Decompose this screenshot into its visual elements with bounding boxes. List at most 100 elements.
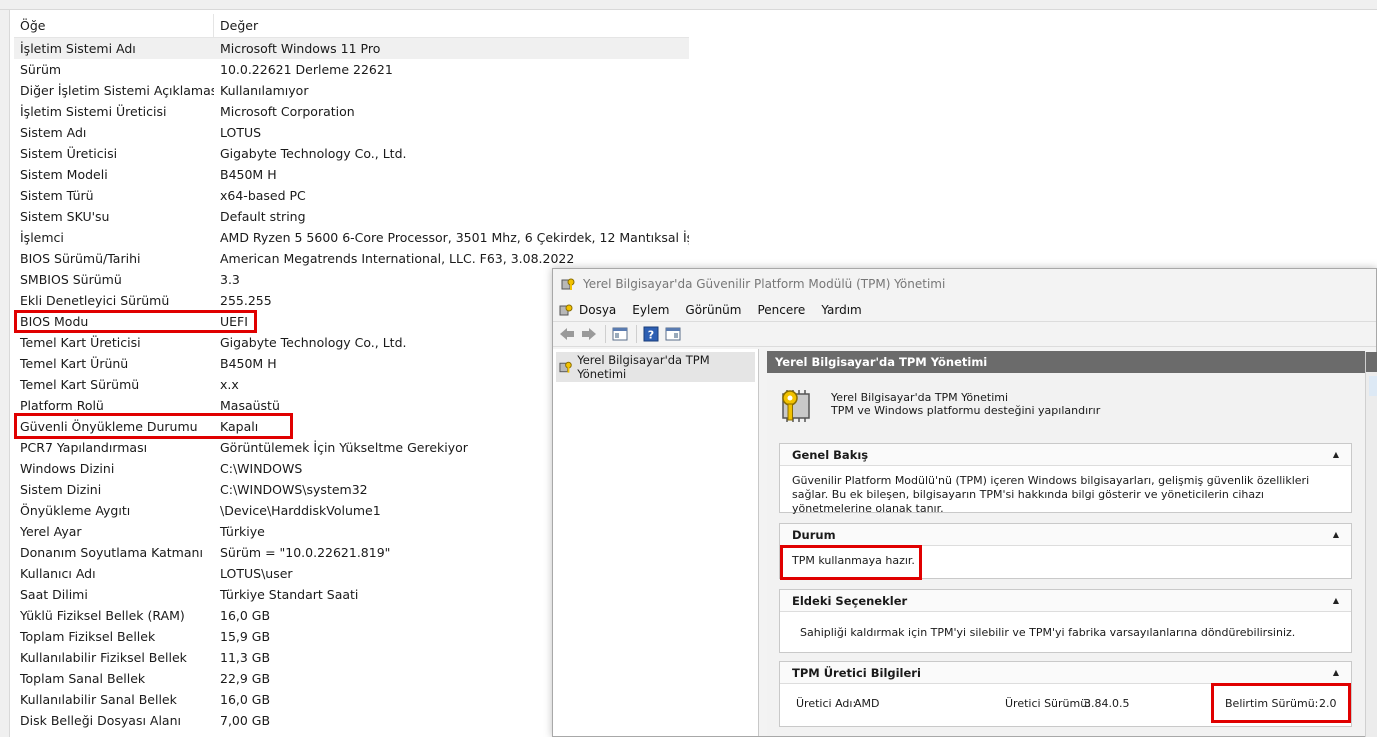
window-title-bar[interactable]: Yerel Bilgisayar'da Güvenilir Platform M… <box>553 269 1376 299</box>
row-item-name: Yüklü Fiziksel Bellek (RAM) <box>20 608 185 623</box>
tree-item-tpm-management[interactable]: Yerel Bilgisayar'da TPM Yönetimi <box>556 352 755 382</box>
window-title: Yerel Bilgisayar'da Güvenilir Platform M… <box>583 277 946 291</box>
list-row[interactable]: BIOS Sürümü/Tarihi American Megatrends In… <box>14 248 689 269</box>
content-pane: Yerel Bilgisayar'da TPM Yönetimi Yerel B… <box>767 351 1365 736</box>
row-item-value: Kullanılamıyor <box>220 83 309 98</box>
toolbar-separator <box>636 325 637 343</box>
row-item-name: PCR7 Yapılandırması <box>20 440 148 455</box>
collapse-chevron-icon[interactable]: ▲ <box>1333 530 1339 539</box>
row-item-name: Önyükleme Aygıtı <box>20 503 131 518</box>
overview-panel: Genel Bakış ▲ Güvenilir Platform Modülü'… <box>779 443 1352 515</box>
manufacturer-name-value: AMD <box>854 697 880 710</box>
forward-button[interactable] <box>579 324 599 344</box>
list-row[interactable]: Sistem Modeli B450M H <box>14 164 689 185</box>
row-item-name: Kullanılabilir Fiziksel Bellek <box>20 650 187 665</box>
collapse-chevron-icon[interactable]: ▲ <box>1333 596 1339 605</box>
row-item-name: Temel Kart Üreticisi <box>20 335 141 350</box>
row-item-value: B450M H <box>220 167 277 182</box>
row-item-name: Sistem SKU'su <box>20 209 110 224</box>
tree-item-label: Yerel Bilgisayar'da TPM Yönetimi <box>577 353 710 381</box>
column-header-item[interactable]: Öğe <box>14 14 214 37</box>
left-edge <box>0 10 10 737</box>
intro-line-1: Yerel Bilgisayar'da TPM Yönetimi <box>831 391 1009 404</box>
tpm-key-icon <box>561 278 575 290</box>
overview-text: Güvenilir Platform Modülü'nü (TPM) içere… <box>792 474 1310 515</box>
intro-section: Yerel Bilgisayar'da TPM Yönetimi TPM ve … <box>767 373 1365 435</box>
top-strip <box>0 0 1377 10</box>
row-item-name: İşlemci <box>20 230 64 245</box>
list-row[interactable]: Sistem SKU'su Default string <box>14 206 689 227</box>
list-row[interactable]: Sürüm 10.0.22621 Derleme 22621 <box>14 59 689 80</box>
console-tree: Yerel Bilgisayar'da TPM Yönetimi <box>553 349 759 736</box>
row-item-name: Yerel Ayar <box>20 524 82 539</box>
row-item-name: Windows Dizini <box>20 461 115 476</box>
tpm-key-icon <box>559 361 572 373</box>
list-row[interactable]: İşletim Sistemi Adı Microsoft Windows 11 … <box>14 38 689 59</box>
content-header: Yerel Bilgisayar'da TPM Yönetimi <box>767 351 1365 373</box>
column-header-value[interactable]: Değer <box>214 14 689 37</box>
row-item-name: Temel Kart Ürünü <box>20 356 129 371</box>
options-panel-header[interactable]: Eldeki Seçenekler ▲ <box>780 590 1351 612</box>
menu-bar: Dosya Eylem Görünüm Pencere Yardım <box>553 299 1376 321</box>
back-arrow-icon <box>560 328 574 340</box>
list-row[interactable]: Sistem Adı LOTUS <box>14 122 689 143</box>
row-item-name: Diğer İşletim Sistemi Açıklaması <box>20 83 214 98</box>
forward-arrow-icon <box>582 328 596 340</box>
manufacturer-version-label: Üretici Sürümü: <box>1005 697 1091 710</box>
row-item-name: Disk Belleği Dosyası Alanı <box>20 713 181 728</box>
row-item-name: Sistem Dizini <box>20 482 102 497</box>
back-button[interactable] <box>557 324 577 344</box>
menu-gorunum[interactable]: Görünüm <box>685 303 741 317</box>
manufacturer-panel-header[interactable]: TPM Üretici Bilgileri ▲ <box>780 662 1351 684</box>
list-row[interactable]: İşlemci AMD Ryzen 5 5600 6-Core Processor… <box>14 227 689 248</box>
svg-text:?: ? <box>648 329 654 342</box>
row-item-value: 10.0.22621 Derleme 22621 <box>220 62 393 77</box>
toolbar: ? <box>553 321 1376 347</box>
row-item-name: Toplam Sanal Bellek <box>20 671 146 686</box>
tpm-chip-key-icon <box>782 390 810 422</box>
highlight-bios-mode <box>14 310 257 333</box>
toolbar-separator <box>605 325 606 343</box>
list-row[interactable]: Sistem Türü x64-based PC <box>14 185 689 206</box>
help-button[interactable]: ? <box>641 324 661 344</box>
menu-eylem[interactable]: Eylem <box>632 303 669 317</box>
overview-panel-header[interactable]: Genel Bakış ▲ <box>780 444 1351 466</box>
console-tree-icon <box>612 327 628 341</box>
row-item-value: Microsoft Corporation <box>220 104 355 119</box>
menu-pencere[interactable]: Pencere <box>757 303 805 317</box>
tpm-window: Yerel Bilgisayar'da Güvenilir Platform M… <box>552 268 1377 737</box>
list-row[interactable]: Sistem Üreticisi Gigabyte Technology Co.,… <box>14 143 689 164</box>
help-icon: ? <box>643 326 659 342</box>
row-item-name: Saat Dilimi <box>20 587 88 602</box>
collapse-chevron-icon[interactable]: ▲ <box>1333 668 1339 677</box>
right-edge-header <box>1366 352 1377 372</box>
list-row[interactable]: Diğer İşletim Sistemi Açıklaması Kullanıl… <box>14 80 689 101</box>
row-item-value: LOTUS <box>220 125 262 140</box>
action-pane-icon <box>665 327 681 341</box>
options-text: Sahipliği kaldırmak için TPM'yi silebili… <box>800 626 1296 639</box>
row-item-name: Donanım Soyutlama Katmanı <box>20 545 203 560</box>
row-item-name: Platform Rolü <box>20 398 104 413</box>
app-menu-icon[interactable] <box>559 303 573 317</box>
menu-yardim[interactable]: Yardım <box>821 303 861 317</box>
collapse-chevron-icon[interactable]: ▲ <box>1333 450 1339 459</box>
menu-dosya[interactable]: Dosya <box>579 303 616 317</box>
row-item-name: BIOS Sürümü/Tarihi <box>20 251 141 266</box>
row-item-value: Microsoft Windows 11 Pro <box>220 41 381 56</box>
row-item-name: Sistem Adı <box>20 125 87 140</box>
status-panel-header[interactable]: Durum ▲ <box>780 524 1351 546</box>
show-hide-action-pane-button[interactable] <box>663 324 683 344</box>
row-item-name: Sistem Türü <box>20 188 94 203</box>
show-hide-tree-button[interactable] <box>610 324 630 344</box>
row-item-value: AMD Ryzen 5 5600 6-Core Processor, 3501 … <box>220 230 689 245</box>
highlight-tpm-status <box>780 545 922 580</box>
row-item-value: Default string <box>220 209 306 224</box>
row-item-name: Kullanıcı Adı <box>20 566 96 581</box>
intro-line-2: TPM ve Windows platformu desteğini yapıl… <box>831 404 1101 417</box>
row-item-name: Sistem Üreticisi <box>20 146 118 161</box>
row-item-name: Temel Kart Sürümü <box>20 377 140 392</box>
row-item-name: SMBIOS Sürümü <box>20 272 122 287</box>
row-item-name: İşletim Sistemi Üreticisi <box>20 104 167 119</box>
row-item-name: Kullanılabilir Sanal Bellek <box>20 692 177 707</box>
list-row[interactable]: İşletim Sistemi Üreticisi Microsoft Corpo… <box>14 101 689 122</box>
